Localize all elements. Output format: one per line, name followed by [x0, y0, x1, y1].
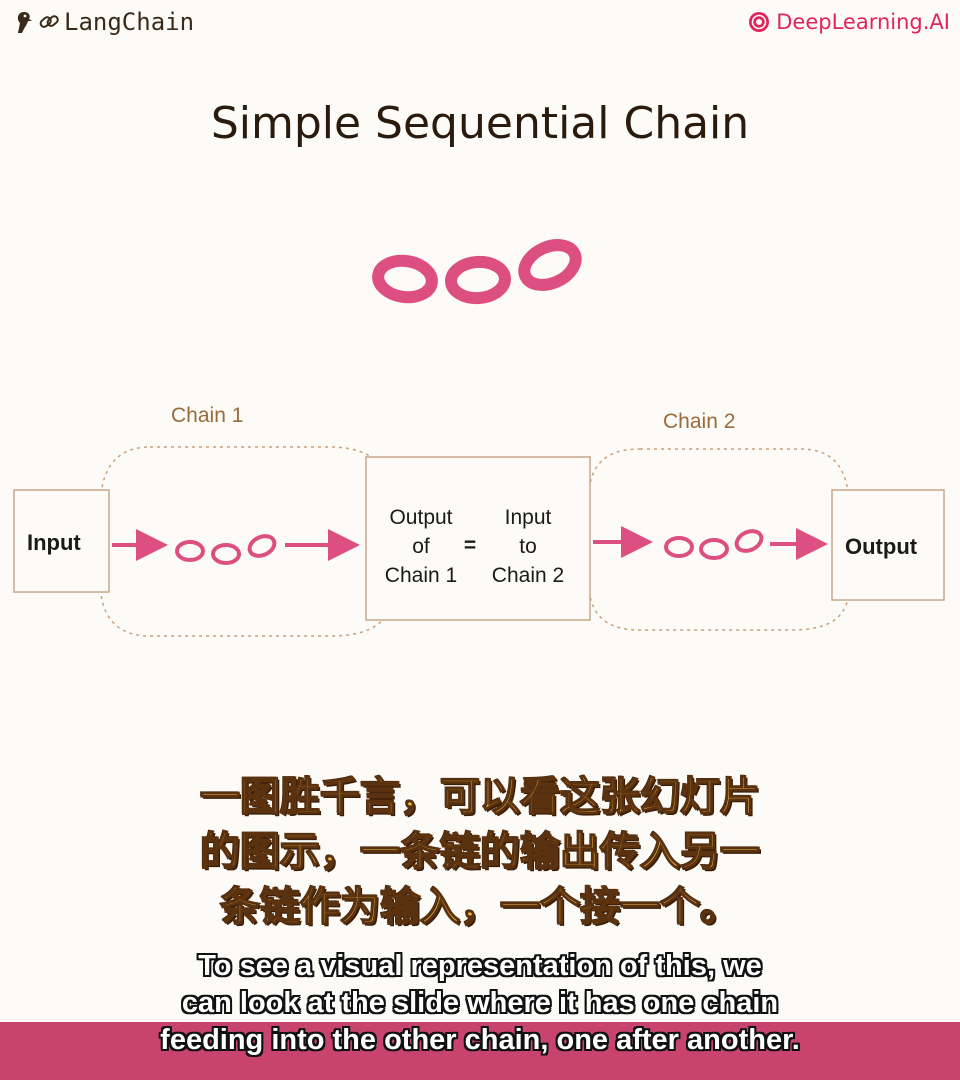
middle-left-line: of: [412, 535, 430, 558]
middle-left-line: Output: [389, 506, 453, 529]
chinese-subtitle: 一图胜千言，可以看这张幻灯片 的图示，一条链的输出传入另一 条链作为输入，一个接…: [0, 770, 960, 935]
equals-sign: =: [463, 534, 477, 557]
sequential-chain-diagram: [13, 239, 945, 637]
chain2-icon: [664, 529, 764, 560]
chain-hero-icon: [372, 239, 582, 305]
middle-right-text: Input to Chain 2: [478, 503, 578, 590]
chinese-subtitle-line: 一图胜千言，可以看这张幻灯片: [199, 773, 761, 821]
chain1-icon: [175, 534, 277, 565]
chinese-subtitle-line: 的图示，一条链的输出传入另一: [199, 828, 761, 876]
output-label: Output: [845, 534, 918, 559]
middle-left-line: Chain 1: [384, 564, 458, 587]
middle-right-line: to: [519, 535, 537, 558]
chinese-subtitle-line: 条链作为输入，一个接一个。: [219, 883, 741, 931]
chain1-label: Chain 1: [171, 404, 244, 427]
chain1-group-outline: [99, 446, 396, 637]
middle-right-line: Chain 2: [491, 564, 565, 587]
english-subtitle-line: To see a visual representation of this, …: [198, 950, 762, 982]
chain2-label: Chain 2: [663, 410, 736, 433]
middle-right-line: Input: [504, 506, 552, 529]
middle-left-text: Output of Chain 1: [373, 503, 469, 590]
input-label: Input: [27, 530, 81, 555]
english-subtitle-line: feeding into the other chain, one after …: [160, 1024, 800, 1056]
english-subtitle: To see a visual representation of this, …: [0, 948, 960, 1059]
english-subtitle-line: can look at the slide where it has one c…: [181, 987, 779, 1019]
